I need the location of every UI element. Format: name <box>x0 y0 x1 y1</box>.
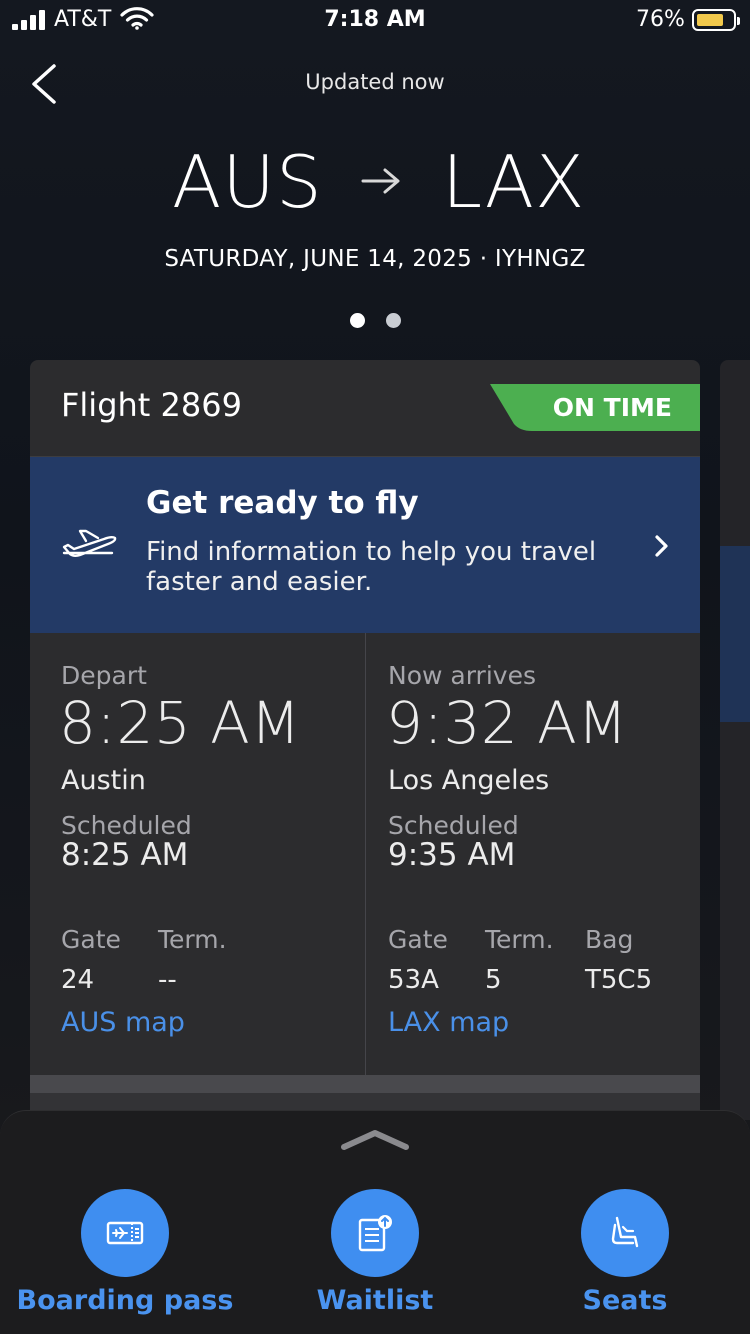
arrow-right-icon <box>361 168 400 194</box>
arrive-column: Now arrives 9:32 AM Los Angeles Schedule… <box>365 633 700 1075</box>
lax-map-link[interactable]: LAX map <box>388 1007 509 1038</box>
chevron-up-icon <box>341 1130 409 1150</box>
depart-column: Depart 8:25 AM Austin Scheduled 8:25 AM … <box>30 633 365 1075</box>
arrive-gate: 53A <box>388 965 439 995</box>
boarding-pass-label: Boarding pass <box>16 1285 234 1316</box>
status-bar: AT&T 7:18 AM 76% <box>0 0 750 40</box>
updated-status: Updated now <box>305 70 445 94</box>
next-card-promo-peek <box>720 546 750 722</box>
arrive-scheduled-label: Scheduled <box>388 811 519 840</box>
arrive-term: 5 <box>485 965 502 995</box>
flight-number: Flight 2869 <box>61 386 242 424</box>
depart-time: 8:25 AM <box>59 689 301 757</box>
waitlist-icon <box>331 1189 419 1277</box>
waitlist-label: Waitlist <box>316 1285 434 1316</box>
boarding-pass-icon <box>81 1189 169 1277</box>
depart-gate: 24 <box>61 965 95 995</box>
next-card-peek[interactable] <box>720 360 750 1120</box>
page-indicator[interactable] <box>350 313 410 329</box>
bag-claim-label: Bag <box>585 925 634 954</box>
flight-card-header: Flight 2869 ON TIME <box>30 360 700 457</box>
depart-label: Depart <box>61 661 147 690</box>
aus-map-link[interactable]: AUS map <box>61 1007 185 1038</box>
seats-label: Seats <box>582 1285 668 1316</box>
chevron-right-icon <box>655 535 668 557</box>
boarding-pass-button[interactable]: Boarding pass <box>15 1189 235 1329</box>
seat-icon <box>581 1189 669 1277</box>
depart-city: Austin <box>61 765 146 796</box>
destination-code: LAX <box>442 140 586 224</box>
status-badge: ON TIME <box>552 393 672 422</box>
arrive-term-label: Term. <box>485 925 554 954</box>
banner-title: Get ready to fly <box>146 485 419 521</box>
depart-gate-label: Gate <box>61 925 121 954</box>
sheet-handle[interactable] <box>340 1125 410 1153</box>
bag-claim: T5C5 <box>585 965 653 995</box>
depart-term-label: Term. <box>158 925 227 954</box>
route-header: AUS LAX <box>0 140 750 230</box>
flight-times: Depart 8:25 AM Austin Scheduled 8:25 AM … <box>30 633 700 1075</box>
get-ready-banner[interactable]: Get ready to fly Find information to hel… <box>30 457 700 633</box>
arrive-gate-label: Gate <box>388 925 448 954</box>
arrive-label: Now arrives <box>388 661 536 690</box>
banner-description: Find information to help you travel fast… <box>146 537 597 597</box>
arrive-scheduled-time: 9:35 AM <box>388 837 516 873</box>
bottom-action-sheet: Boarding pass Waitlist Seats <box>0 1110 750 1334</box>
seats-button[interactable]: Seats <box>515 1189 735 1329</box>
battery-icon <box>692 9 740 31</box>
battery-percent: 76% <box>636 7 685 32</box>
depart-term: -- <box>158 965 177 995</box>
page-dot-active[interactable] <box>350 313 365 328</box>
waitlist-button[interactable]: Waitlist <box>265 1189 485 1329</box>
card-section-divider <box>30 1075 700 1093</box>
origin-code: AUS <box>172 140 323 224</box>
arrive-city: Los Angeles <box>388 765 550 796</box>
depart-scheduled-label: Scheduled <box>61 811 192 840</box>
flight-card: Flight 2869 ON TIME Get ready to fly Fin… <box>30 360 700 1120</box>
trip-date-confirmation: SATURDAY, JUNE 14, 2025 · IYHNGZ <box>164 246 586 272</box>
arrive-time: 9:32 AM <box>386 689 628 757</box>
depart-scheduled-time: 8:25 AM <box>61 837 189 873</box>
page-dot[interactable] <box>386 313 401 328</box>
airplane-takeoff-icon <box>62 529 117 557</box>
